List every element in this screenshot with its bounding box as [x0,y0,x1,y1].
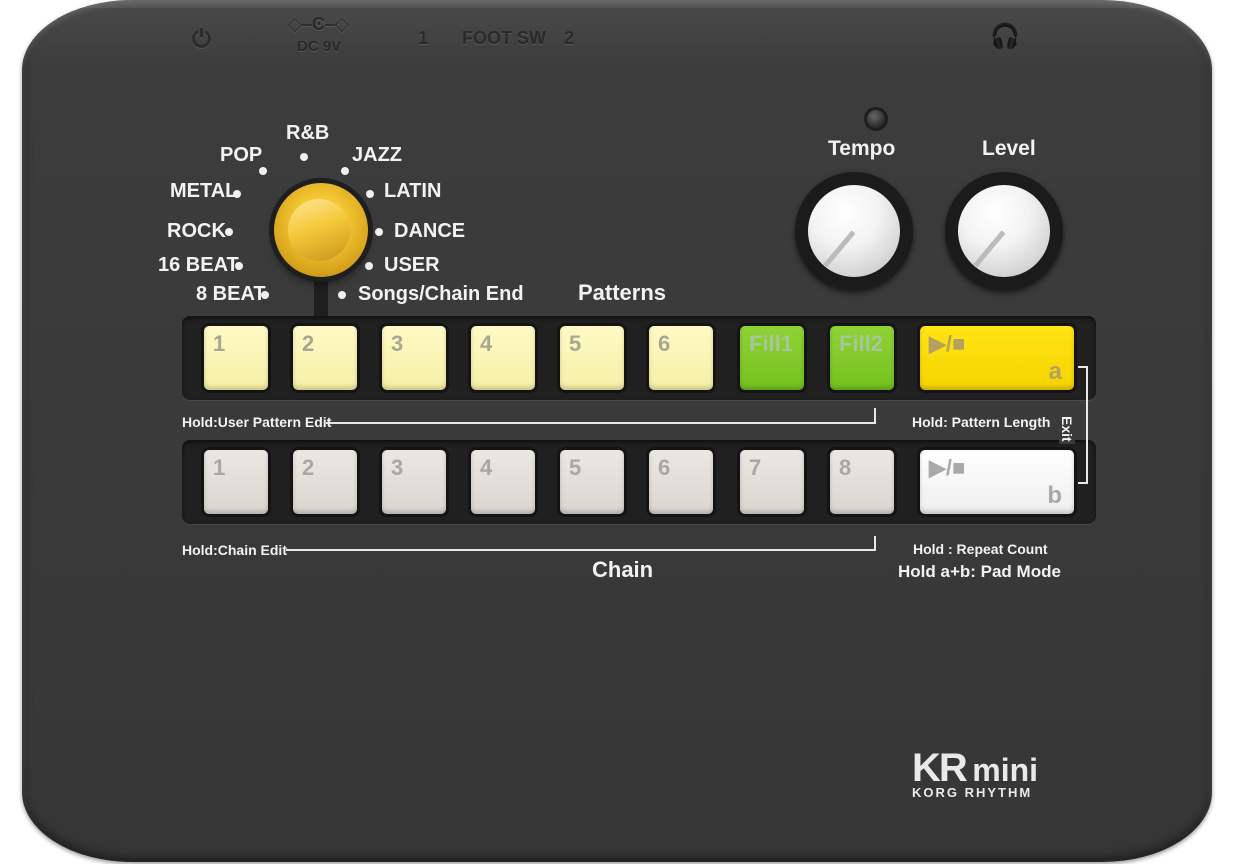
pattern-pad-5[interactable]: 5 [560,326,624,390]
drum-machine-body: ⏻ ◇‒Ͼ‒◇ DC 9V 1 FOOT SW 2 🎧 R&B POP JAZZ… [22,0,1212,862]
genre-jazz-dot [341,167,349,175]
genre-songs-dot [338,291,346,299]
pad-letter-a: a [1048,358,1062,385]
genre-rnb-dot [300,153,308,161]
hold-ab-pad-mode-label: Hold a+b: Pad Mode [898,562,1061,581]
genre-8beat-label[interactable]: 8 BEAT [196,283,266,306]
footsw-label: FOOT SW [462,28,546,48]
exit-bracket-bottom [1078,482,1088,484]
genre-pop-label[interactable]: POP [220,144,262,167]
genre-8beat-dot [261,291,269,299]
hold-chain-edit-label: Hold:Chain Edit [182,542,287,558]
level-knob[interactable] [945,172,1063,290]
genre-metal-dot [233,190,241,198]
power-icon[interactable]: ⏻ [192,26,211,54]
chain-pad-5[interactable]: 5 [560,450,624,514]
genre-latin-dot [366,190,374,198]
chain-pad-1[interactable]: 1 [204,450,268,514]
tempo-label: Tempo [828,137,896,160]
hold-repeat-count-label: Hold : Repeat Count [913,541,1048,557]
chain-pad-4[interactable]: 4 [471,450,535,514]
genre-rock-label[interactable]: ROCK [167,220,226,243]
logo-mini: mini [972,752,1039,788]
hold-user-pattern-edit-label: Hold:User Pattern Edit [182,414,332,430]
chain-pad-6[interactable]: 6 [649,450,713,514]
chain-rail: 1 2 3 4 5 6 7 8 ▶/■ b [182,440,1096,524]
level-label: Level [982,137,1036,160]
genre-songs-chain-end-label[interactable]: Songs/Chain End [358,283,524,306]
genre-rock-dot [225,228,233,236]
rotary-selector-icon[interactable] [274,183,368,277]
exit-bracket-line [1086,366,1088,484]
headphone-icon[interactable]: 🎧 [990,22,1020,51]
chain-pad-2[interactable]: 2 [293,450,357,514]
genre-dance-dot [375,228,383,236]
tempo-knob[interactable] [795,172,913,290]
dc-polarity-icon: ◇‒Ͼ‒◇ [288,14,349,34]
patterns-title: Patterns [578,280,667,305]
play-stop-icon: ▶/■ [929,331,966,356]
footsw-number-2: 2 [564,28,575,48]
genre-user-dot [365,262,373,270]
pattern-pad-6[interactable]: 6 [649,326,713,390]
footsw-number-1: 1 [418,28,429,48]
pattern-pad-2[interactable]: 2 [293,326,357,390]
patterns-rail: 1 2 3 4 5 6 Fill1 Fill2 ▶/■ a [182,316,1096,400]
logo-kr: KR [912,746,968,790]
chain-pad-3[interactable]: 3 [382,450,446,514]
chain-pad-8[interactable]: 8 [830,450,894,514]
play-stop-a-button[interactable]: ▶/■ a [920,326,1074,390]
tempo-led [867,110,885,128]
genre-jazz-label[interactable]: JAZZ [352,144,402,167]
genre-dance-label[interactable]: DANCE [394,220,465,243]
chain-title: Chain [592,557,654,582]
genre-metal-label[interactable]: METAL [170,180,237,203]
exit-label: Exit [1059,414,1075,444]
genre-user-label[interactable]: USER [384,254,440,277]
fill2-pad[interactable]: Fill2 [830,326,894,390]
pattern-pad-1[interactable]: 1 [204,326,268,390]
logo-subtitle: KORG RHYTHM [912,785,1033,800]
play-stop-b-button[interactable]: ▶/■ b [920,450,1074,514]
chain-hold-tick [874,536,876,551]
pattern-hold-tick [874,408,876,423]
genre-rnb-label[interactable]: R&B [286,122,329,145]
pattern-pad-3[interactable]: 3 [382,326,446,390]
genre-16beat-label[interactable]: 16 BEAT [158,254,239,277]
fill1-pad[interactable]: Fill1 [740,326,804,390]
genre-pop-dot [259,167,267,175]
kr-mini-logo: KR mini KORG RHYTHM [912,746,1038,800]
genre-latin-label[interactable]: LATIN [384,180,441,203]
chain-pad-7[interactable]: 7 [740,450,804,514]
chain-hold-line [286,549,876,551]
play-stop-icon: ▶/■ [929,455,966,480]
pad-letter-b: b [1047,482,1062,509]
pattern-hold-line [326,422,876,424]
pattern-pad-4[interactable]: 4 [471,326,535,390]
dc-input-label: DC 9V [297,38,342,55]
genre-16beat-dot [235,262,243,270]
hold-pattern-length-label: Hold: Pattern Length [912,414,1051,430]
